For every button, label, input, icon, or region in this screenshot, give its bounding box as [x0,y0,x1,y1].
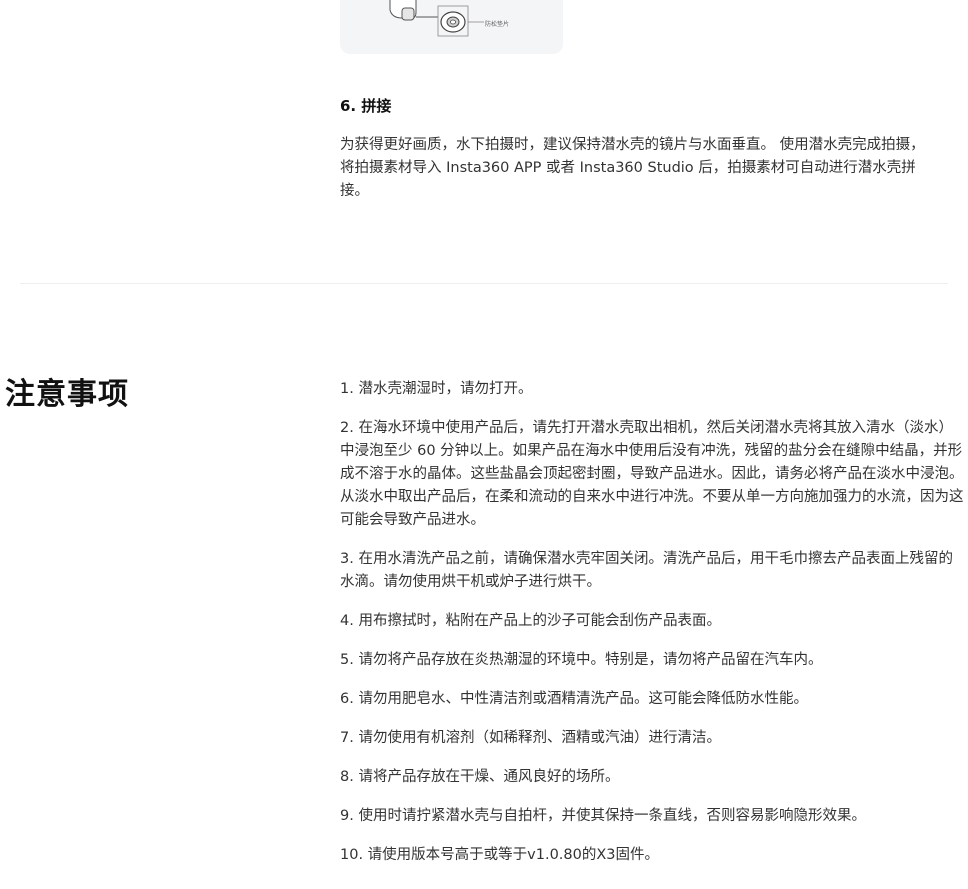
washer-label: 防松垫片 [485,21,510,28]
list-item: 9. 使用时请拧紧潜水壳与自拍杆，并使其保持一条直线，否则容易影响隐形效果。 [340,808,866,824]
step-description: 为获得更好画质，水下拍摄时，建议保持潜水壳的镜片与水面垂直。 使用潜水壳完成拍摄… [340,137,925,199]
list-item: 3. 在用水清洗产品之前，请确保潜水壳牢固关闭。清洗产品后，用干毛巾擦去产品表面… [340,551,953,590]
illustration-card: 防松垫片 [340,0,563,54]
list-item: 1. 潜水壳潮湿时，请勿打开。 [340,381,533,397]
list-item: 5. 请勿将产品存放在炎热潮湿的环境中。特别是，请勿将产品留在汽车内。 [340,652,823,668]
list-item: 8. 请将产品存放在干燥、通风良好的场所。 [340,769,620,785]
precautions-list: 1. 潜水壳潮湿时，请勿打开。 2. 在海水环境中使用产品后，请先打开潜水壳取出… [340,378,966,883]
section-divider [20,283,948,284]
list-item: 6. 请勿用肥皂水、中性清洁剂或酒精清洗产品。这可能会降低防水性能。 [340,691,808,707]
list-item: 7. 请勿使用有机溶剂（如稀释剂、酒精或汽油）进行清洁。 [340,730,721,746]
list-item: 2. 在海水环境中使用产品后，请先打开潜水壳取出相机，然后关闭潜水壳将其放入清水… [340,420,964,528]
step-title: 6. 拼接 [340,97,392,115]
list-item: 4. 用布擦拭时，粘附在产品上的沙子可能会刮伤产品表面。 [340,613,721,629]
anti-loosening-washer-illustration [389,0,484,37]
precautions-title: 注意事项 [5,377,129,412]
list-item: 10. 请使用版本号高于或等于v1.0.80的X3固件。 [340,847,660,863]
